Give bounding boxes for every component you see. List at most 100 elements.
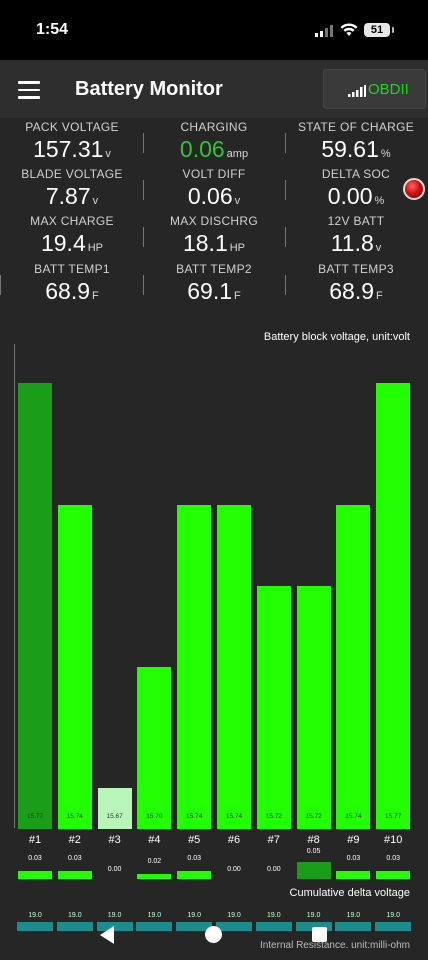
metric-unit: F [376, 290, 383, 302]
delta-value-label: 0.03 [187, 855, 201, 862]
metric-divider [285, 133, 286, 153]
voltage-bar [336, 504, 371, 829]
home-nav-icon[interactable] [205, 926, 222, 943]
metric-value: 0.06 v [144, 183, 284, 214]
bar-category-label: #4 [148, 834, 161, 846]
wifi-icon [340, 23, 358, 36]
voltage-bar [217, 504, 251, 829]
metric-value: 7.87 v [2, 183, 142, 214]
bar-value-label: 15.77 [26, 813, 44, 820]
ir-value-label: 19.0 [346, 912, 361, 919]
bar-category-label: #1 [28, 834, 42, 846]
bar-category-label: #10 [384, 834, 403, 846]
metric-label: MAX CHARGE [30, 214, 114, 228]
recents-nav-icon[interactable] [312, 927, 327, 942]
ir-bar [375, 922, 412, 931]
back-nav-icon[interactable] [100, 926, 114, 944]
obd-label: OBDII [368, 81, 409, 98]
cellular-signal-icon [315, 25, 333, 37]
bar-category-label: #8 [307, 834, 320, 846]
metric-label: BLADE VOLTAGE [21, 167, 123, 181]
metric-divider [0, 275, 1, 295]
ir-bar [335, 922, 372, 931]
metric-label: PACK VOLTAGE [25, 120, 119, 134]
metric-number: 18.1 [182, 230, 228, 256]
ir-value-label: 19.0 [227, 912, 241, 919]
metric-unit: v [234, 195, 241, 207]
metric-blade-voltage: BLADE VOLTAGE 7.87 v [2, 167, 142, 214]
ir-bar [56, 922, 93, 931]
voltage-bar [376, 383, 411, 829]
bar-value-label: 15.72 [265, 813, 282, 820]
delta-value-label: 0.00 [107, 866, 122, 873]
ir-value-label: 19.0 [386, 912, 400, 919]
metric-divider [285, 227, 286, 247]
ir-value-label: 19.0 [28, 912, 42, 919]
delta-value-label: 0.03 [28, 855, 42, 862]
metric-unit: % [380, 148, 391, 160]
metric-divider [285, 275, 286, 295]
app-title: Battery Monitor [75, 78, 223, 100]
metric-value: 18.1 HP [144, 230, 284, 261]
metric-value: 19.4 HP [2, 230, 142, 261]
metric-unit: F [92, 290, 99, 302]
ir-value-label: 19.0 [107, 912, 122, 919]
metric-unit: % [374, 195, 385, 207]
voltage-bar [256, 585, 291, 829]
bar-category-label: #7 [267, 834, 280, 846]
ir-bar [17, 922, 53, 931]
metric-number: 7.87 [45, 183, 91, 209]
bar-value-label: 15.74 [66, 813, 83, 820]
metric-batt-temp1: BATT TEMP1 68.9 F [2, 262, 142, 309]
voltage-bar [177, 504, 212, 829]
chart-title: Battery block voltage, unit:volt [263, 331, 410, 343]
voltage-bar [97, 788, 132, 829]
delta-bar [296, 862, 331, 879]
bar-value-label: 15.74 [225, 813, 243, 820]
metric-value: 59.61% [286, 136, 426, 167]
metric-unit: v [105, 148, 111, 160]
metric-value: 68.9 F [286, 278, 426, 309]
metric-number: 68.9 [329, 278, 375, 304]
delta-value-label: 0.00 [266, 866, 281, 873]
metric-unit: F [234, 290, 241, 302]
status-bar: 1:54 51 [0, 0, 428, 60]
metric-label: BATT TEMP3 [318, 262, 394, 276]
ir-bar [216, 922, 252, 931]
metric-batt-temp3: BATT TEMP3 68.9 F [286, 262, 426, 309]
voltage-bar [137, 666, 172, 829]
metric-value: 68.9 F [2, 278, 142, 309]
metric-divider [143, 180, 144, 200]
delta-value-label: 0.03 [67, 855, 82, 862]
metric-number: 69.1 [187, 278, 233, 304]
delta-bar [137, 874, 172, 879]
metric-batt-temp2: BATT TEMP2 69.1 F [144, 262, 284, 309]
bar-value-label: 15.74 [345, 813, 362, 820]
delta-bar [18, 871, 52, 879]
ir-bar [136, 922, 173, 931]
metric-label: 12V BATT [327, 214, 385, 228]
delta-value-label: 0.00 [227, 866, 241, 873]
ir-value-label: 19.0 [266, 912, 281, 919]
metric-value: 69.1 F [144, 278, 284, 309]
app-bar: Battery Monitor OBDII [0, 60, 428, 118]
record-button[interactable] [403, 178, 425, 200]
status-time: 1:54 [36, 21, 69, 38]
metric-pack-voltage: PACK VOLTAGE 157.31 v [2, 120, 142, 167]
bar-category-label: #5 [188, 834, 201, 846]
delta-value-label: 0.02 [147, 858, 162, 865]
metric-max-charge: MAX CHARGE 19.4 HP [2, 214, 142, 261]
delta-value-label: 0.03 [386, 855, 400, 862]
ir-value-label: 19.0 [67, 912, 82, 919]
bar-value-label: 15.70 [146, 813, 163, 820]
hamburger-menu-icon[interactable] [18, 81, 40, 99]
obd-connection-button[interactable]: OBDII [323, 69, 426, 109]
metric-label: BATT TEMP2 [176, 262, 252, 276]
metric-volt-diff: VOLT DIFF 0.06 v [144, 167, 284, 214]
metric-number: 19.4 [40, 230, 86, 256]
metric-number: 0.06 [187, 183, 233, 209]
metric-divider [285, 180, 286, 200]
bar-value-label: 15.77 [385, 813, 402, 820]
delta-value-label: 0.03 [346, 855, 361, 862]
metric-value: 11.8 v [286, 230, 426, 261]
